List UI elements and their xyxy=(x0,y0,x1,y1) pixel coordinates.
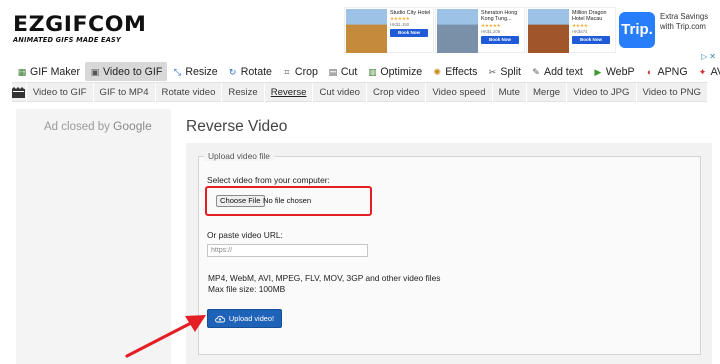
logo-text: EZGIFCOM xyxy=(13,12,147,36)
tool-label: Rotate xyxy=(240,65,272,78)
add-text-icon: ✎ xyxy=(532,66,540,77)
ad-choices-close-icon[interactable]: ▷✕ xyxy=(701,52,718,61)
hotel-card[interactable]: Studio City Hotel ★★★★★ HK$1,150 Book No… xyxy=(344,7,434,53)
tool-label: Cut xyxy=(340,65,358,78)
trip-tagline[interactable]: Extra Savings with Trip.com xyxy=(660,12,720,32)
subtab-reverse[interactable]: Reverse xyxy=(265,82,314,102)
hotel-name: Million Dragon Hotel Macau xyxy=(572,10,607,23)
main-toolbar: ▦ GIF Maker ▣ Video to GIF ⤡ Resize ↻ Rotate ⌗ Cr… xyxy=(12,61,720,82)
page-title: Reverse Video xyxy=(186,118,288,135)
hotel-price: HK$474 xyxy=(572,28,588,34)
crop-icon: ⌗ xyxy=(284,66,290,77)
subtab-cut-video[interactable]: Cut video xyxy=(313,82,368,102)
hotel-price: HK$1,150 xyxy=(390,22,410,28)
upload-button-label: Upload video! xyxy=(228,314,275,323)
upload-legend: Upload video file xyxy=(204,151,274,161)
hotel-image xyxy=(528,9,569,53)
tool-optimize[interactable]: ▥ Optimize xyxy=(362,62,427,81)
optimize-icon: ▥ xyxy=(368,66,377,77)
effects-icon: ✺ xyxy=(433,66,441,77)
rotate-icon: ↻ xyxy=(228,66,237,77)
tool-crop[interactable]: ⌗ Crop xyxy=(277,62,323,81)
tool-label: Add text xyxy=(544,65,583,78)
select-file-label: Select video from your computer: xyxy=(207,175,330,185)
tool-avif[interactable]: ✦AVIF xyxy=(693,62,720,81)
book-now-button[interactable]: Book Now xyxy=(572,35,610,44)
hotel-image xyxy=(437,9,478,53)
tool-label: GIF Maker xyxy=(30,65,81,78)
avif-icon: ✦ xyxy=(698,66,707,77)
tool-label: Crop xyxy=(294,65,318,78)
cut-icon: ▤ xyxy=(328,66,338,77)
hotel-image xyxy=(346,9,387,53)
ad-banner[interactable]: Studio City Hotel ★★★★★ HK$1,150 Book No… xyxy=(344,7,720,61)
tool-cut[interactable]: ▤ Cut xyxy=(323,62,363,81)
site-logo[interactable]: EZGIFCOM ANIMATED GIFS MADE EASY xyxy=(13,14,146,45)
logo-tagline: ANIMATED GIFS MADE EASY xyxy=(13,36,121,44)
max-file-size: Max file size: 100MB xyxy=(208,284,286,294)
tool-gif-maker[interactable]: ▦ GIF Maker xyxy=(12,62,85,81)
tool-webp[interactable]: ▶ WebP xyxy=(588,62,640,81)
subtab-mute[interactable]: Mute xyxy=(493,82,527,102)
ad-closed-text: Ad closed by Google xyxy=(44,119,152,133)
subtab-gif-to-mp4[interactable]: GIF to MP4 xyxy=(94,82,156,102)
video-tools-subbar: Video to GIF GIF to MP4 Rotate video Resize… xyxy=(12,82,708,102)
apng-icon: ◐ xyxy=(646,66,653,77)
tool-video-to-gif[interactable]: ▣ Video to GIF xyxy=(85,62,168,81)
format-info: MP4, WebM, AVI, MPEG, FLV, MOV, 3GP and … xyxy=(208,273,440,295)
supported-formats: MP4, WebM, AVI, MPEG, FLV, MOV, 3GP and … xyxy=(208,273,441,283)
tool-label: WebP xyxy=(605,65,635,78)
hotel-name: Sheraton Hong Kong Tung... xyxy=(481,10,518,23)
upload-video-button[interactable]: Upload video! xyxy=(207,309,282,328)
film-icon xyxy=(12,82,27,102)
hotel-card[interactable]: Sheraton Hong Kong Tung... ★★★★★ HK$1,20… xyxy=(435,7,525,53)
subtab-video-to-gif[interactable]: Video to GIF xyxy=(27,82,94,102)
tool-label: Split xyxy=(500,65,521,78)
subtab-crop-video[interactable]: Crop video xyxy=(367,82,427,102)
site-header: EZGIFCOM ANIMATED GIFS MADE EASY Studio … xyxy=(0,0,720,61)
book-now-button[interactable]: Book Now xyxy=(481,35,519,44)
tool-label: APNG xyxy=(657,65,688,78)
choose-file-button[interactable]: Choose File xyxy=(216,195,265,207)
ad-closed-prefix: Ad closed by xyxy=(44,121,114,133)
cloud-upload-icon xyxy=(214,315,225,323)
tool-add-text[interactable]: ✎ Add text xyxy=(526,62,588,81)
subtab-video-to-jpg[interactable]: Video to JPG xyxy=(567,82,637,102)
video-to-gif-icon: ▣ xyxy=(90,66,100,77)
ad-closed-brand: Google xyxy=(113,119,152,133)
url-label: Or paste video URL: xyxy=(207,230,283,240)
hotel-card[interactable]: Million Dragon Hotel Macau ★★★★ HK$474 B… xyxy=(526,7,616,53)
subtab-video-to-png[interactable]: Video to PNG xyxy=(637,82,708,102)
tool-resize[interactable]: ⤡ Resize xyxy=(167,62,222,81)
tool-rotate[interactable]: ↻ Rotate xyxy=(223,62,277,81)
tool-label: Effects xyxy=(445,65,478,78)
tool-apng[interactable]: ◐ APNG xyxy=(640,62,693,81)
trip-logo[interactable]: Trip. xyxy=(619,12,655,48)
split-icon: ✂ xyxy=(488,66,497,77)
book-now-button[interactable]: Book Now xyxy=(390,29,428,38)
tool-label: Video to GIF xyxy=(103,65,163,78)
tool-label: AVIF xyxy=(710,65,720,78)
tool-label: Optimize xyxy=(380,65,423,78)
tool-label: Resize xyxy=(185,65,218,78)
red-arrow-annotation xyxy=(125,315,206,358)
subtab-video-speed[interactable]: Video speed xyxy=(426,82,493,102)
video-url-input[interactable] xyxy=(207,244,368,257)
tool-split[interactable]: ✂ Split xyxy=(482,62,526,81)
gif-maker-icon: ▦ xyxy=(17,66,27,77)
subtab-merge[interactable]: Merge xyxy=(527,82,568,102)
file-status: No file chosen xyxy=(263,196,312,205)
subtab-resize[interactable]: Resize xyxy=(222,82,265,102)
tool-effects[interactable]: ✺ Effects xyxy=(427,62,482,81)
webp-icon: ▶ xyxy=(594,66,602,77)
hotel-price: HK$1,208 xyxy=(481,28,501,34)
resize-icon: ⤡ xyxy=(173,66,181,77)
subtab-rotate-video[interactable]: Rotate video xyxy=(156,82,223,102)
